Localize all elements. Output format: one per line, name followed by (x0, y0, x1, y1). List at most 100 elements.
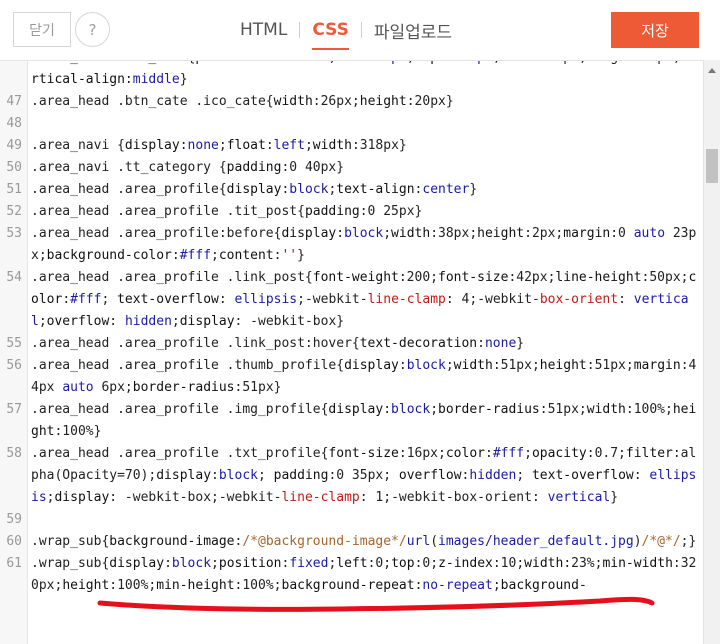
scrollbar-thumb[interactable] (706, 149, 718, 183)
code-line[interactable]: 58 .area_head .area_profile .txt_profile{… (0, 443, 700, 509)
code-line[interactable]: 49 .area_navi {display:none;float:left;wi… (0, 135, 700, 157)
close-button[interactable]: 닫기 (13, 12, 71, 47)
code-token: ; (407, 61, 415, 65)
code-line[interactable]: 47 .area_head .btn_cate .ico_cate{width:2… (0, 91, 700, 113)
code-token: :0 (610, 226, 634, 241)
line-number: 48 (6, 116, 22, 131)
code-text[interactable] (31, 509, 697, 531)
code-text[interactable]: .area_head .area_profile .img_profile{di… (31, 399, 697, 443)
code-line[interactable]: 50 .area_navi .tt_category {padding:0 40p… (0, 157, 700, 179)
code-text[interactable]: .area_head .btn_cate{position:absolute;l… (31, 61, 697, 91)
code-token: :26px (634, 61, 673, 65)
code-token: font-size (328, 446, 399, 461)
code-line[interactable]: 57 .area_head .area_profile .img_profile{… (0, 399, 700, 443)
code-token: :51px; (492, 358, 540, 373)
code-token: top (391, 556, 415, 571)
code-text[interactable]: .area_navi {display:none;float:left;widt… (31, 135, 697, 157)
code-line[interactable]: 51 .area_head .area_profile{display:block… (0, 179, 700, 201)
code-token: :318px} (351, 138, 407, 153)
code-token: : 4; (445, 292, 478, 307)
code-text[interactable]: .area_head .area_profile:before{display:… (31, 223, 697, 267)
code-editor[interactable]: 46.area_head .btn_cate{position:absolute… (0, 60, 720, 644)
code-line[interactable]: 55 .area_head .area_profile .link_post:ho… (0, 333, 700, 355)
line-number: 54 (6, 270, 22, 285)
code-token: :0; (414, 556, 439, 571)
code-token: middle (132, 72, 180, 87)
code-token: :42px; (508, 270, 556, 285)
code-token: border-radius (438, 402, 540, 417)
code-token: :0 40px} (281, 160, 345, 175)
code-text[interactable]: .area_head .area_profile .tit_post{paddi… (31, 201, 697, 223)
line-number: 60 (6, 534, 22, 549)
code-token: ; (430, 402, 439, 417)
code-line[interactable]: 48 (0, 113, 700, 135)
code-token: opacity (531, 446, 587, 461)
code-token: -webkit- (477, 292, 540, 307)
code-line[interactable]: 59 (0, 509, 700, 531)
code-token: width (586, 402, 626, 417)
code-token: : (218, 292, 235, 307)
code-text[interactable]: .area_head .area_profile .thumb_profile{… (31, 355, 697, 399)
code-token: } (610, 490, 619, 505)
code-line[interactable]: 56 .area_head .area_profile .thumb_profil… (0, 355, 700, 399)
code-token: width (391, 226, 431, 241)
code-token: text-align (336, 182, 415, 197)
code-token: :200; (398, 270, 438, 285)
code-token: absolute (266, 61, 329, 65)
code-token: ; (445, 358, 454, 373)
code-text[interactable]: .area_head .btn_cate .ico_cate{width:26p… (31, 91, 697, 113)
code-line[interactable]: 53 .area_head .area_profile:before{displa… (0, 223, 700, 267)
code-token: -webkit-box-orient (391, 490, 532, 505)
code-text[interactable]: .area_head .area_profile .link_post{font… (31, 267, 697, 333)
code-token: block (171, 556, 212, 571)
code-text[interactable]: .area_navi .tt_category {padding:0 40px} (31, 157, 697, 179)
code-token: block (406, 358, 446, 373)
code-text[interactable]: .area_head .area_profile .txt_profile{fo… (31, 443, 697, 509)
code-token: width (312, 138, 352, 153)
code-token: padding (226, 160, 282, 175)
code-token: background- (500, 578, 587, 593)
tab-html[interactable]: HTML (228, 16, 299, 44)
code-token: left (336, 61, 367, 65)
tab-css[interactable]: CSS (300, 16, 361, 50)
tab-file-upload[interactable]: 파일업로드 (362, 16, 464, 44)
code-token: height (539, 358, 587, 373)
code-token: /*@background-image*/ (242, 534, 407, 549)
help-button[interactable]: ? (75, 12, 110, 47)
code-text[interactable]: .area_head .area_profile{display:block;t… (31, 179, 697, 201)
code-line[interactable]: 46.area_head .btn_cate{position:absolute… (0, 61, 700, 91)
code-token: box-orient (539, 292, 619, 307)
code-token: padding (273, 468, 329, 483)
code-token: z-index (438, 556, 493, 571)
code-token: :51px} (234, 380, 282, 395)
code-token: .area_head .area_profile .img_profile{ (31, 402, 329, 417)
code-text[interactable]: .area_head .area_profile .link_post:hove… (31, 333, 697, 355)
code-line[interactable]: 54 .area_head .area_profile .link_post{fo… (0, 267, 700, 333)
code-line[interactable]: 61 .wrap_sub{display:block;position:fixed… (0, 553, 700, 597)
code-token: : (211, 468, 219, 483)
code-area[interactable]: 46.area_head .btn_cate{position:absolute… (0, 61, 700, 597)
code-token: min-width (602, 556, 673, 571)
code-token: : (258, 61, 266, 65)
line-number: 57 (6, 402, 22, 417)
save-button[interactable]: 저장 (611, 12, 699, 48)
code-token: /*@*/ (641, 534, 681, 549)
code-token: margin (563, 226, 611, 241)
code-token: display (328, 402, 384, 417)
code-token: : -webkit-box} (234, 314, 345, 329)
code-token: 6px; (93, 380, 133, 395)
line-number: 55 (6, 336, 22, 351)
code-text[interactable]: .wrap_sub{background-image:/*@background… (31, 531, 697, 553)
code-token: block (391, 402, 431, 417)
code-text[interactable] (31, 113, 697, 135)
code-token: height (587, 61, 634, 65)
code-token: ; (218, 138, 227, 153)
code-token: ; (579, 61, 587, 65)
code-token: background-color (46, 248, 172, 263)
scroll-up-arrow-icon[interactable] (708, 68, 716, 73)
code-line[interactable]: 60 .wrap_sub{background-image:/*@backgrou… (0, 531, 700, 553)
code-line[interactable]: 52 .area_head .area_profile .tit_post{pad… (0, 201, 700, 223)
editor-scrollbar[interactable] (703, 60, 720, 644)
code-token: auto (62, 380, 94, 395)
code-text[interactable]: .wrap_sub{display:block;position:fixed;l… (31, 553, 697, 597)
